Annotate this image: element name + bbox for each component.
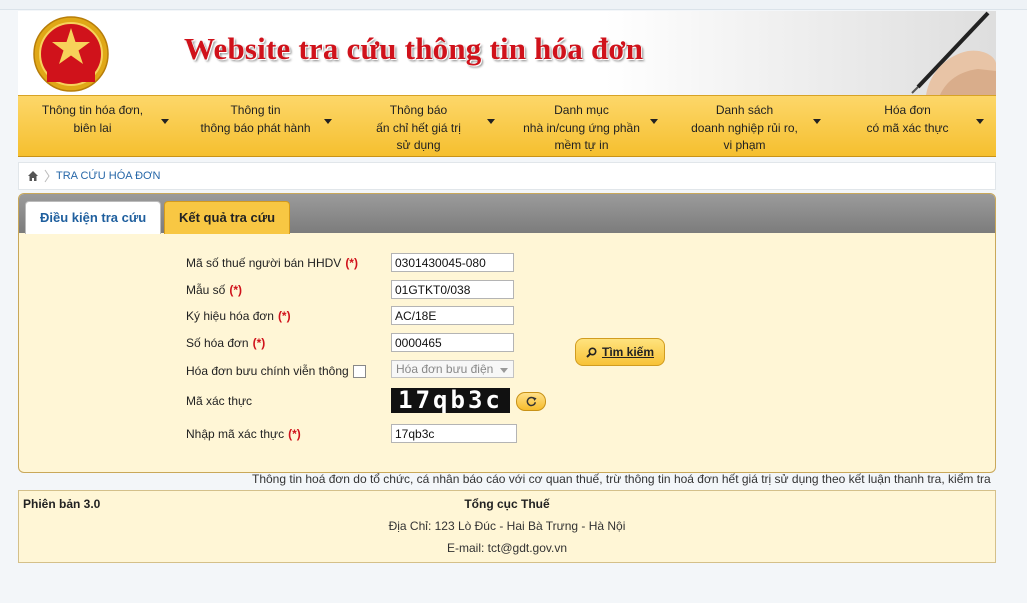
tab-search-conditions[interactable]: Điều kiện tra cứu: [25, 201, 162, 234]
dropdown-caret-icon: [161, 119, 169, 124]
required-mark: (*): [345, 256, 358, 270]
captcha-input-label: Nhập mã xác thực: [186, 427, 285, 441]
dropdown-caret-icon: [487, 119, 495, 124]
tax-code-row: Mã số thuế người bán HHDV (*): [186, 252, 358, 274]
form-no-input[interactable]: [391, 280, 514, 299]
nav-label: Thông tin hóa đơn, biên lai: [41, 103, 144, 135]
postal-checkbox[interactable]: [352, 364, 366, 378]
nav-issuance-notices[interactable]: Thông tin thông báo phát hành: [181, 96, 344, 156]
symbol-label: Ký hiệu hóa đơn: [186, 309, 274, 323]
breadcrumb-current[interactable]: TRA CỨU HÓA ĐƠN: [56, 170, 160, 182]
browser-top-strip: [0, 0, 1027, 10]
form-no-label: Mẫu số: [186, 283, 226, 297]
nav-label: Thông báo ấn chỉ hết giá trị sử dụng: [376, 103, 461, 152]
breadcrumb: TRA CỨU HÓA ĐƠN: [18, 162, 996, 190]
dropdown-caret-icon: [813, 119, 821, 124]
dropdown-caret-icon: [650, 119, 658, 124]
home-icon[interactable]: [27, 170, 39, 182]
captcha-row: Mã xác thực: [186, 390, 252, 412]
captcha-refresh-button[interactable]: [516, 392, 546, 411]
nav-printer-list[interactable]: Danh mục nhà in/cung ứng phần mềm tự in: [507, 96, 670, 156]
nav-label: Hóa đơn có mã xác thực: [866, 103, 949, 135]
invoice-no-label: Số hóa đơn: [186, 336, 249, 350]
dropdown-caret-icon: [976, 119, 984, 124]
nav-expired-forms[interactable]: Thông báo ấn chỉ hết giá trị sử dụng: [344, 96, 507, 156]
required-mark: (*): [277, 309, 291, 323]
captcha-image: 17qb3c: [391, 388, 510, 413]
select-arrow-icon: [500, 368, 508, 373]
site-header: Website tra cứu thông tin hóa đơn: [18, 11, 996, 95]
nav-authenticated-invoices[interactable]: Hóa đơn có mã xác thực: [833, 96, 996, 156]
captcha-input[interactable]: [391, 424, 517, 443]
site-footer: Phiên bản 3.0 Tổng cục Thuế Địa Chỉ: 123…: [18, 490, 996, 563]
captcha-input-row: Nhập mã xác thực (*): [186, 423, 301, 445]
data-source-notice: Thông tin hoá đơn do tổ chức, cá nhân bá…: [252, 472, 991, 486]
page-container: Website tra cứu thông tin hóa đơn Thông …: [18, 11, 996, 473]
postal-label: Hóa đơn bưu chính viễn thông: [186, 364, 349, 378]
postal-row: Hóa đơn bưu chính viễn thông: [186, 360, 366, 382]
tax-emblem-logo: [33, 16, 109, 92]
invoice-no-input[interactable]: [391, 333, 514, 352]
captcha-label: Mã xác thực: [186, 394, 253, 408]
breadcrumb-separator-icon: [44, 169, 50, 183]
tax-code-label: Mã số thuế người bán HHDV: [186, 256, 342, 270]
site-title: Website tra cứu thông tin hóa đơn: [184, 31, 644, 66]
refresh-icon: [526, 396, 536, 407]
tab-bar: Điều kiện tra cứu Kết quả tra cứu: [19, 194, 995, 234]
nav-invoice-info[interactable]: Thông tin hóa đơn, biên lai: [18, 96, 181, 156]
required-mark: (*): [229, 283, 243, 297]
required-mark: (*): [288, 427, 301, 441]
postal-type-select[interactable]: Hóa đơn bưu điện: [391, 360, 514, 378]
nav-label: Thông tin thông báo phát hành: [200, 103, 311, 135]
tax-code-input[interactable]: [391, 253, 514, 272]
nav-label: Danh sách doanh nghiệp rủi ro, vi phạm: [691, 103, 798, 152]
search-panel: Điều kiện tra cứu Kết quả tra cứu Mã số …: [18, 193, 996, 473]
search-button-label: Tìm kiếm: [601, 345, 655, 359]
hand-with-pen-illustration: [911, 11, 996, 95]
footer-address: Địa Chỉ: 123 Lò Đúc - Hai Bà Trưng - Hà …: [388, 519, 626, 533]
postal-type-value: Hóa đơn bưu điện: [396, 362, 494, 376]
magnifier-icon: [586, 346, 597, 358]
symbol-row: Ký hiệu hóa đơn (*): [186, 305, 291, 327]
invoice-no-row: Số hóa đơn (*): [186, 332, 265, 354]
nav-risky-enterprises[interactable]: Danh sách doanh nghiệp rủi ro, vi phạm: [670, 96, 833, 156]
required-mark: (*): [252, 336, 266, 350]
footer-org-name: Tổng cục Thuế: [464, 497, 550, 511]
dropdown-caret-icon: [324, 119, 332, 124]
tab-search-results[interactable]: Kết quả tra cứu: [164, 201, 291, 234]
form-no-row: Mẫu số (*): [186, 279, 242, 301]
footer-email: E-mail: tct@gdt.gov.vn: [447, 541, 567, 555]
symbol-input[interactable]: [391, 306, 514, 325]
nav-label: Danh mục nhà in/cung ứng phần mềm tự in: [523, 103, 640, 152]
main-nav: Thông tin hóa đơn, biên lai Thông tin th…: [18, 95, 996, 157]
search-button[interactable]: Tìm kiếm: [575, 338, 665, 366]
